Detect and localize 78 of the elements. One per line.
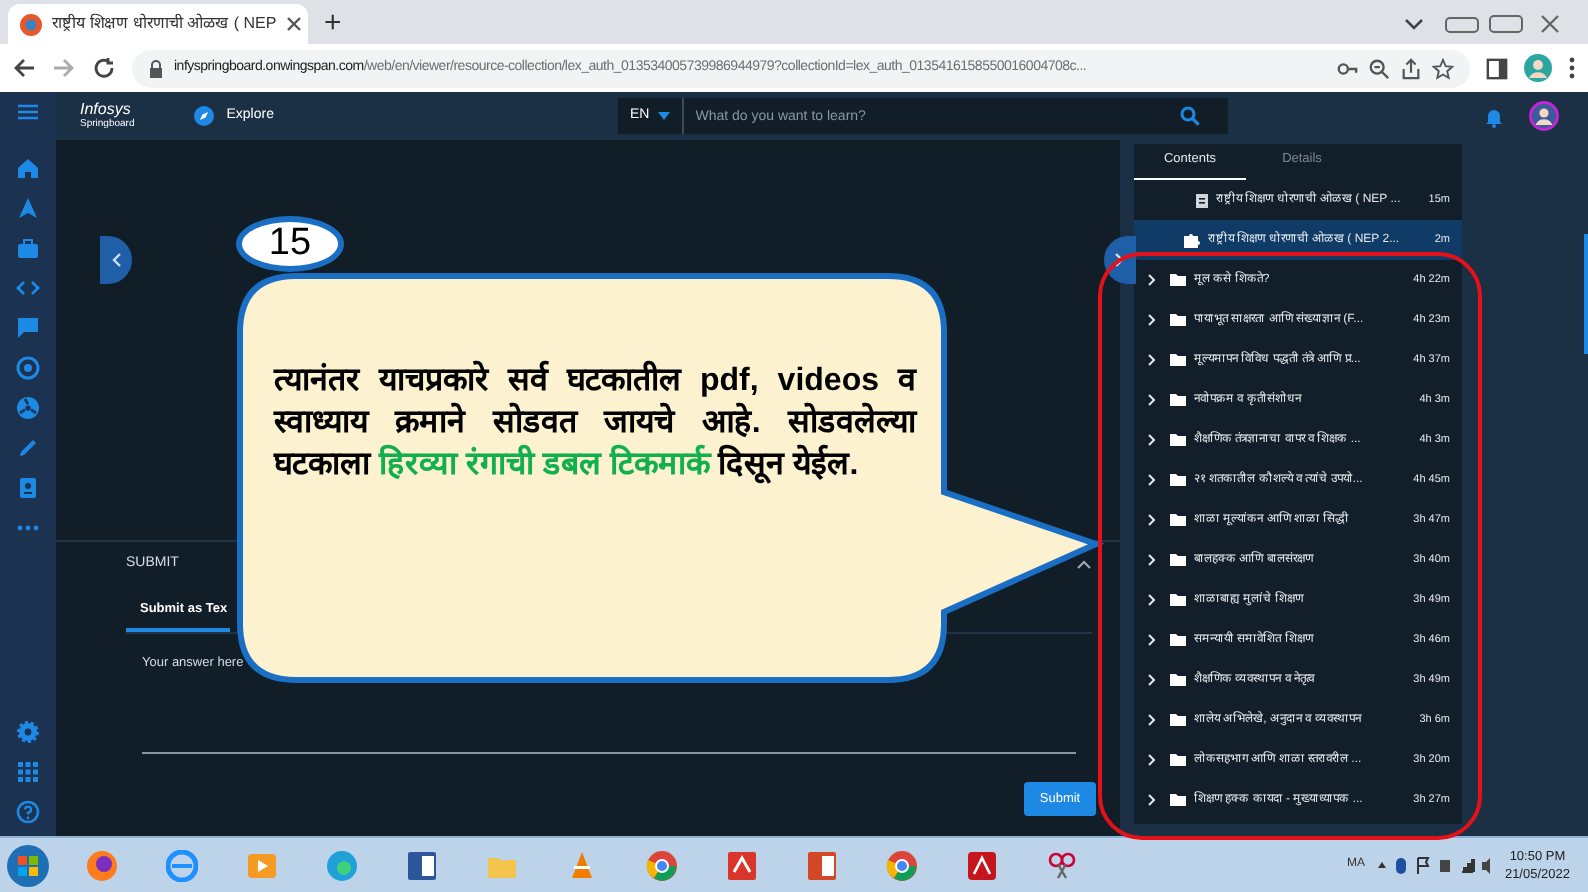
chevron-right-icon bbox=[1148, 674, 1156, 686]
star-icon[interactable] bbox=[1432, 57, 1454, 79]
cone-icon[interactable] bbox=[566, 849, 598, 881]
browser-circle-icon[interactable] bbox=[646, 849, 678, 881]
chevron-right-icon bbox=[1148, 474, 1156, 486]
folder-icon bbox=[1170, 274, 1186, 286]
chevron-right-icon bbox=[1148, 514, 1156, 526]
forward-arrow-icon[interactable] bbox=[52, 56, 76, 80]
chevron-right-icon bbox=[1148, 394, 1156, 406]
chevron-right-icon bbox=[1148, 354, 1156, 366]
browser-tab[interactable]: राष्ट्रीय शिक्षण धोरणाची ओळख ( NEP bbox=[8, 4, 308, 44]
menu-icon[interactable] bbox=[16, 100, 40, 124]
folder-icon bbox=[1170, 554, 1186, 566]
next-button[interactable] bbox=[1104, 236, 1136, 284]
folder-icon bbox=[1170, 314, 1186, 326]
folder-icon bbox=[1170, 634, 1186, 646]
code-icon[interactable] bbox=[16, 276, 40, 300]
folder-icon bbox=[1170, 394, 1186, 406]
chevron-right-icon bbox=[1148, 434, 1156, 446]
chevron-right-icon bbox=[1148, 754, 1156, 766]
close-icon[interactable] bbox=[286, 16, 303, 32]
share-icon[interactable] bbox=[1400, 57, 1422, 79]
compass-icon bbox=[194, 106, 215, 126]
tray-icons[interactable] bbox=[1374, 856, 1495, 874]
pencil-icon[interactable] bbox=[16, 436, 40, 460]
folder-icon bbox=[1170, 794, 1186, 806]
radiation-icon[interactable] bbox=[16, 396, 40, 420]
chevron-down-icon[interactable] bbox=[1404, 16, 1424, 32]
navigation-arrow-icon[interactable] bbox=[16, 196, 40, 220]
media-player-icon[interactable] bbox=[246, 849, 278, 881]
new-tab-button[interactable]: + bbox=[324, 4, 342, 44]
chevron-right-icon bbox=[1148, 594, 1156, 606]
target-icon[interactable] bbox=[16, 356, 40, 380]
folder-icon bbox=[1170, 714, 1186, 726]
help-icon[interactable] bbox=[16, 800, 40, 824]
tab-title: राष्ट्रीय शिक्षण धोरणाची ओळख ( NEP bbox=[52, 12, 277, 36]
back-arrow-icon[interactable] bbox=[12, 56, 36, 80]
chevron-right-icon bbox=[1114, 252, 1126, 268]
chat-icon[interactable] bbox=[16, 316, 40, 340]
chevron-right-icon bbox=[1148, 274, 1156, 286]
caret-icon bbox=[657, 112, 670, 120]
scissors-icon[interactable] bbox=[1046, 849, 1078, 881]
avatar-icon[interactable] bbox=[1528, 100, 1560, 132]
folder-icon bbox=[1170, 354, 1186, 366]
apps-grid-icon[interactable] bbox=[16, 760, 40, 784]
callout-text: त्यानंतर याचप्रकारे सर्व घटकातील pdf, videos व स्वाध्याय क्रमाने सोडवत जायचे आहे. सोडवलेल्या घटकाला हिरव्या रंगाची डबल टिकमार्क दिसून येईल. bbox=[274, 360, 916, 486]
previous-button[interactable] bbox=[100, 236, 132, 284]
side-panel-icon[interactable] bbox=[1486, 57, 1508, 79]
site-logo-icon bbox=[20, 13, 42, 35]
briefcase-icon[interactable] bbox=[16, 236, 40, 260]
folder-icon bbox=[1170, 594, 1186, 606]
menu-dots-icon[interactable] bbox=[1568, 56, 1576, 80]
chevron-left-icon bbox=[110, 252, 122, 268]
settings-icon[interactable] bbox=[16, 720, 40, 744]
start-button-icon[interactable] bbox=[6, 843, 50, 887]
reload-icon[interactable] bbox=[92, 56, 116, 80]
chevron-right-icon bbox=[1148, 794, 1156, 806]
folder-icon bbox=[1170, 474, 1186, 486]
zoom-icon[interactable] bbox=[1368, 57, 1390, 79]
chevron-right-icon bbox=[1148, 714, 1156, 726]
home-icon[interactable] bbox=[16, 156, 40, 180]
chevron-up-icon[interactable] bbox=[1076, 559, 1092, 569]
folder-icon bbox=[1170, 434, 1186, 446]
scrollbar[interactable] bbox=[1584, 234, 1588, 354]
lock-icon bbox=[148, 59, 164, 77]
id-badge-icon[interactable] bbox=[16, 476, 40, 500]
search-icon[interactable] bbox=[1179, 106, 1200, 126]
folder-icon bbox=[1170, 754, 1186, 766]
chevron-right-icon bbox=[1148, 314, 1156, 326]
puzzle-piece-icon bbox=[1184, 232, 1200, 248]
folder-icon bbox=[1170, 674, 1186, 686]
document-icon bbox=[1196, 193, 1208, 207]
chevron-right-icon bbox=[1148, 554, 1156, 566]
bell-icon[interactable] bbox=[1484, 105, 1504, 127]
folder-icon bbox=[1170, 514, 1186, 526]
browser-circle-icon[interactable] bbox=[886, 849, 918, 881]
key-icon[interactable] bbox=[1336, 57, 1358, 79]
chevron-right-icon bbox=[1148, 634, 1156, 646]
